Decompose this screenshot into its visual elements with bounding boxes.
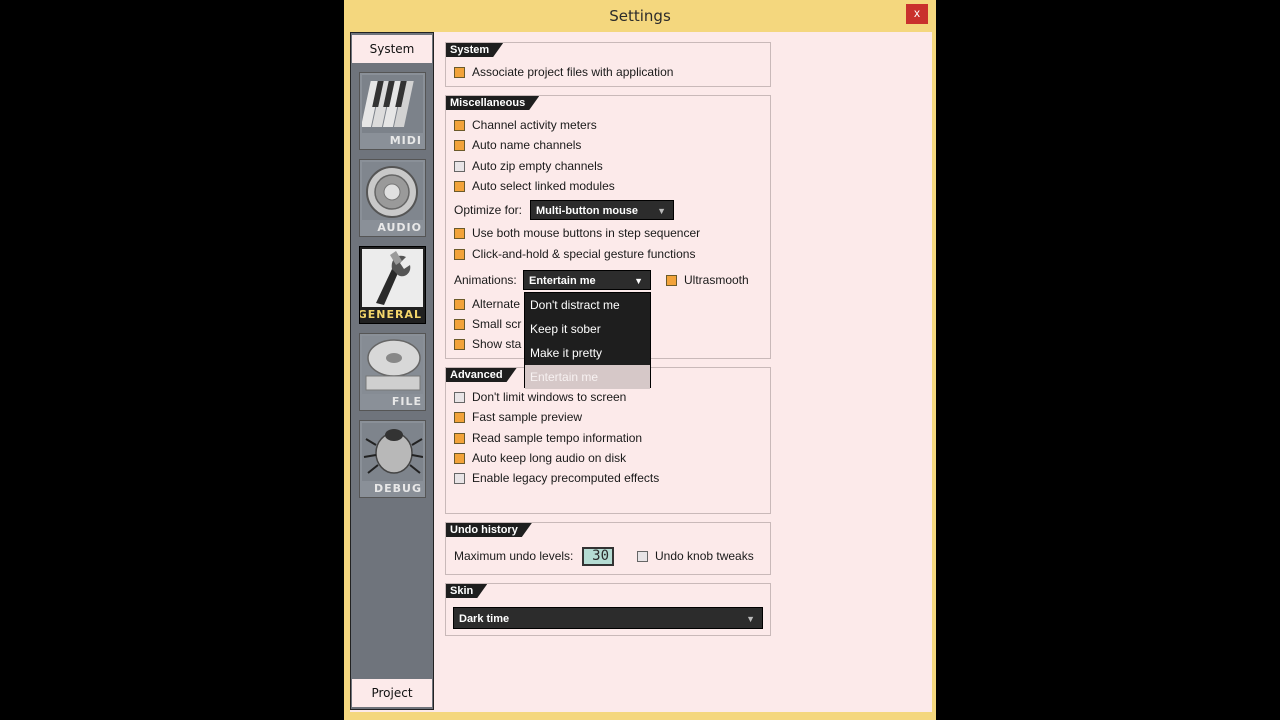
option-label: Ultrasmooth — [684, 273, 749, 287]
option-label: Auto select linked modules — [472, 179, 615, 193]
checkbox[interactable] — [454, 318, 465, 330]
animations-select[interactable]: Entertain me ▼ — [523, 270, 651, 290]
checkbox[interactable] — [454, 66, 465, 78]
dont-limit-option[interactable]: Don't limit windows to screen — [454, 388, 626, 406]
option-label: Alternate — [472, 297, 521, 311]
close-button[interactable]: x — [906, 4, 928, 24]
animations-label: Animations: — [454, 273, 517, 287]
disk-icon — [362, 336, 423, 394]
checkbox[interactable] — [454, 180, 465, 192]
option-label: Channel activity meters — [472, 118, 597, 132]
auto-name-option[interactable]: Auto name channels — [454, 136, 581, 154]
dropdown-option-selected[interactable]: Entertain me — [525, 365, 650, 389]
read-tempo-option[interactable]: Read sample tempo information — [454, 429, 642, 447]
sidebar-item-debug[interactable]: DEBUG — [359, 420, 426, 498]
chevron-down-icon: ▼ — [634, 276, 643, 286]
sidebar-item-label: DEBUG — [374, 482, 422, 495]
speaker-icon — [362, 162, 423, 220]
option-label: Small scr — [472, 317, 522, 331]
checkbox[interactable] — [454, 160, 465, 172]
channel-meters-option[interactable]: Channel activity meters — [454, 116, 597, 134]
click-hold-option[interactable]: Click-and-hold & special gesture functio… — [454, 245, 695, 263]
auto-keep-option[interactable]: Auto keep long audio on disk — [454, 449, 626, 467]
chevron-down-icon: ▼ — [746, 614, 755, 624]
auto-zip-option[interactable]: Auto zip empty channels — [454, 157, 603, 175]
option-label: Auto keep long audio on disk — [472, 451, 627, 465]
advanced-group: Advanced Don't limit windows to screen F… — [445, 367, 771, 514]
checkbox[interactable] — [454, 338, 465, 350]
option-label: Auto name channels — [472, 138, 582, 152]
ultrasmooth-option[interactable]: Ultrasmooth — [666, 271, 749, 289]
window-title: Settings — [609, 7, 671, 25]
animations-dropdown: Don't distract me Keep it sober Make it … — [524, 292, 651, 389]
option-label: Fast sample preview — [472, 410, 583, 424]
option-label: Show sta — [472, 337, 522, 351]
dropdown-option[interactable]: Make it pretty — [525, 341, 650, 365]
checkbox[interactable] — [454, 298, 465, 310]
option-label: Associate project files with application — [472, 65, 674, 79]
both-buttons-option[interactable]: Use both mouse buttons in step sequencer — [454, 224, 700, 242]
max-undo-label: Maximum undo levels: — [454, 549, 574, 563]
sidebar-item-midi[interactable]: MIDI — [359, 72, 426, 150]
group-header: Miscellaneous — [446, 96, 539, 110]
fast-preview-option[interactable]: Fast sample preview — [454, 408, 582, 426]
checkbox[interactable] — [454, 227, 465, 239]
system-group: System Associate project files with appl… — [445, 42, 771, 87]
checkbox[interactable] — [454, 248, 465, 260]
optimize-value: Multi-button mouse — [536, 205, 639, 217]
undo-history-group: Undo history Maximum undo levels: 30 Und… — [445, 522, 771, 575]
skin-group: Skin Dark time ▼ — [445, 583, 771, 636]
sidebar-item-label: GENERAL — [359, 308, 422, 321]
group-header: Advanced — [446, 368, 517, 382]
group-header: Undo history — [446, 523, 532, 537]
skin-value: Dark time — [459, 613, 510, 625]
checkbox[interactable] — [454, 472, 465, 484]
legacy-option[interactable]: Enable legacy precomputed effects — [454, 469, 659, 487]
checkbox[interactable] — [454, 119, 465, 131]
tab-system[interactable]: System — [352, 35, 432, 63]
skin-select[interactable]: Dark time ▼ — [453, 607, 763, 629]
small-scr-option[interactable]: Small scr — [454, 315, 521, 333]
group-header: Skin — [446, 584, 487, 598]
sidebar-item-label: MIDI — [389, 134, 422, 147]
checkbox[interactable] — [454, 391, 465, 403]
sidebar-item-file[interactable]: FILE — [359, 333, 426, 411]
alternate-option[interactable]: Alternate — [454, 295, 520, 313]
chevron-down-icon: ▼ — [657, 206, 666, 216]
dropdown-option[interactable]: Don't distract me — [525, 293, 650, 317]
optimize-label: Optimize for: — [454, 203, 523, 217]
group-header: System — [446, 43, 503, 57]
option-label: Enable legacy precomputed effects — [472, 471, 660, 485]
option-label: Read sample tempo information — [472, 431, 643, 445]
checkbox[interactable] — [666, 274, 677, 286]
wrench-icon — [362, 249, 423, 307]
option-label: Undo knob tweaks — [655, 549, 754, 563]
sidebar-item-general[interactable]: GENERAL — [359, 246, 426, 324]
sidebar-item-label: FILE — [391, 395, 422, 408]
show-sta-option[interactable]: Show sta — [454, 335, 521, 353]
animations-value: Entertain me — [529, 275, 596, 287]
option-label: Use both mouse buttons in step sequencer — [472, 226, 701, 240]
max-undo-input[interactable]: 30 — [582, 547, 614, 566]
option-label: Click-and-hold & special gesture functio… — [472, 247, 696, 261]
optimize-select[interactable]: Multi-button mouse ▼ — [530, 200, 674, 220]
sidebar-item-audio[interactable]: AUDIO — [359, 159, 426, 237]
associate-option[interactable]: Associate project files with application — [454, 63, 673, 81]
piano-keys-icon — [362, 75, 423, 133]
undo-knob-option[interactable]: Undo knob tweaks — [637, 547, 754, 565]
tab-project[interactable]: Project — [352, 679, 432, 707]
option-label: Auto zip empty channels — [472, 159, 603, 173]
option-label: Don't limit windows to screen — [472, 390, 627, 404]
dropdown-option[interactable]: Keep it sober — [525, 317, 650, 341]
checkbox[interactable] — [454, 411, 465, 423]
auto-select-option[interactable]: Auto select linked modules — [454, 177, 615, 195]
checkbox[interactable] — [454, 432, 465, 444]
sidebar-item-label: AUDIO — [377, 221, 422, 234]
bug-icon — [362, 423, 423, 481]
checkbox[interactable] — [454, 452, 465, 464]
sidebar: System MIDI AUDIO GENERAL FILE DEBUG Pro… — [350, 32, 434, 710]
checkbox[interactable] — [637, 550, 648, 562]
checkbox[interactable] — [454, 139, 465, 151]
